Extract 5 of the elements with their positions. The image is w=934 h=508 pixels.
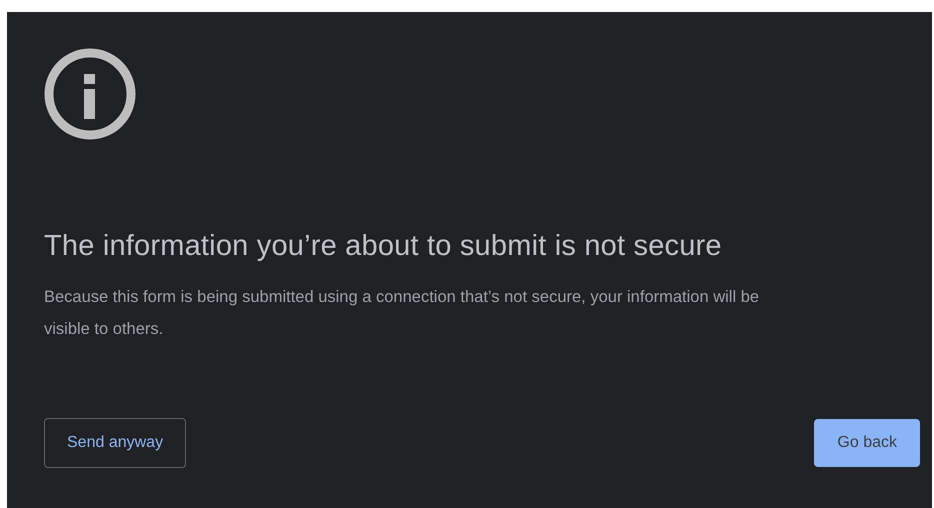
warning-title: The information you’re about to submit is not secure bbox=[44, 230, 723, 263]
go-back-button[interactable]: Go back bbox=[814, 419, 920, 467]
info-icon bbox=[44, 48, 136, 140]
warning-message: Because this form is being submitted using a connection that’s not secure, your information will be visible to others. bbox=[44, 287, 760, 340]
send-anyway-button[interactable]: Send anyway bbox=[44, 418, 186, 468]
